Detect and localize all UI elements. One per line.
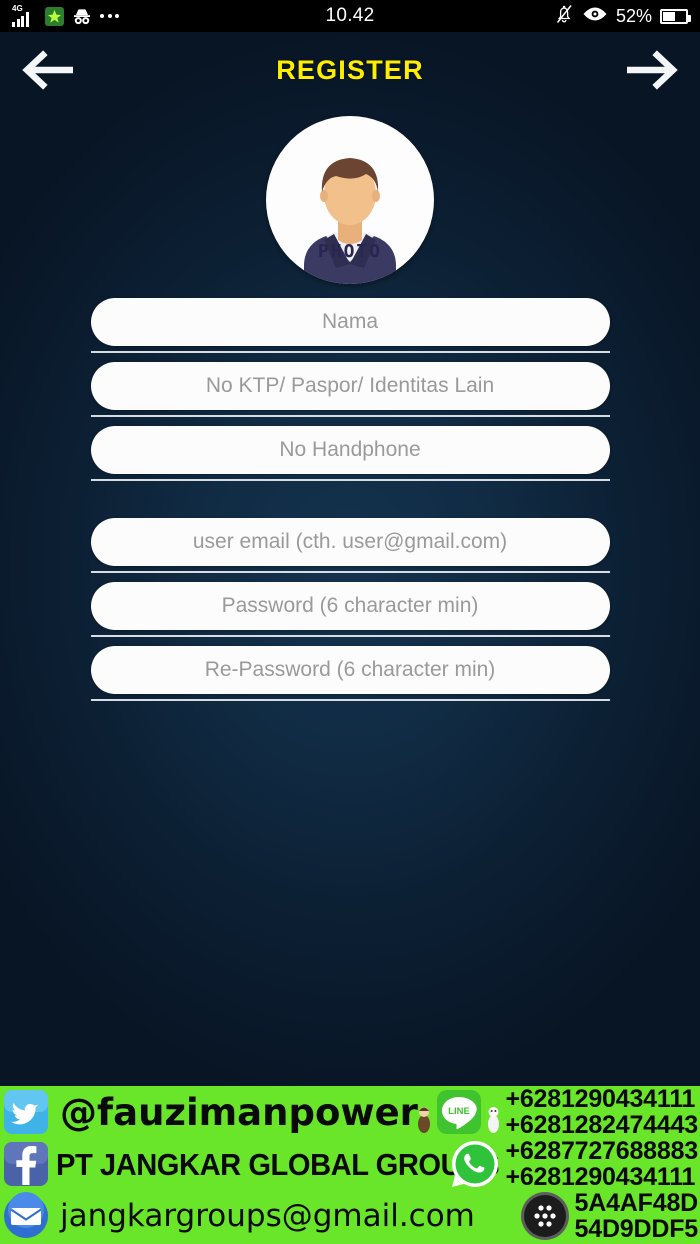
facebook-icon[interactable] [2,1140,50,1188]
field-divider [90,699,610,701]
field-group-nama [0,298,700,353]
status-bar-right: 52% [555,4,691,29]
banner-row-twitter: @fauzimanpower LINE +6281290434111 +6281… [0,1086,700,1138]
field-divider [90,635,610,637]
arrow-right-icon [627,50,678,90]
bbm-pin-2: 54D9DDF5 [574,1215,699,1243]
twitter-handle: @fauzimanpower [60,1090,418,1134]
bell-muted-icon [555,4,574,29]
field-group-handphone [0,426,700,481]
arrow-left-icon [22,50,73,90]
company-name: PT JANGKAR GLOBAL GROUPS [56,1146,500,1182]
avatar-section: PHOTO [0,116,700,284]
page-header: REGISTER [0,32,700,108]
password-input[interactable] [90,582,610,630]
whatsapp-numbers: +6287727688883 +6281290434111 [505,1136,698,1191]
svg-text:LINE: LINE [449,1106,471,1117]
forward-button[interactable] [616,44,692,96]
signal-bars-icon: 4G [12,4,38,27]
page-title: REGISTER [276,54,424,85]
email-address: jangkargroups@gmail.com [60,1197,475,1234]
bbm-contact-block: 5A4AF48D 54D9DDF5 [519,1188,699,1243]
more-dots-icon [100,14,119,18]
back-button[interactable] [8,44,84,96]
incognito-icon [71,7,93,26]
battery-percent-label: 52% [615,5,652,26]
status-bar: 4G 10.42 52% [0,0,700,32]
whatsapp-icon[interactable] [449,1138,501,1190]
line-number-1: +6281290434111 [505,1086,696,1113]
register-form [0,298,700,701]
nama-input[interactable] [90,298,610,346]
banner-row-email: jangkargroups@gmail.com 5A4AF48D 54D9DDF… [0,1188,700,1243]
line-icon[interactable]: LINE [436,1089,482,1135]
banner-row-facebook: PT JANGKAR GLOBAL GROUPS +6287727688883 … [0,1136,700,1191]
app-notification-icon [45,6,64,26]
whatsapp-contact-block: +6287727688883 +6281290434111 [449,1136,698,1191]
clock-time: 10.42 [325,5,375,26]
bbm-icon[interactable] [519,1190,571,1242]
line-mascots-icon [416,1090,432,1134]
field-group-identitas [0,362,700,417]
contact-banner: @fauzimanpower LINE +6281290434111 +6281… [0,1086,700,1244]
field-divider [90,479,610,481]
photo-upload-button[interactable]: PHOTO [266,116,434,284]
app-screen: 4G 10.42 52% REGISTER PHOTO Nama No KTP/… [0,0,700,1244]
email-input[interactable] [90,518,610,566]
repassword-input[interactable] [90,646,610,694]
line-numbers: +6281290434111 +6281282474443 [505,1086,698,1139]
line-number-2: +6281282474443 [505,1111,698,1139]
avatar-label: PHOTO [317,241,383,262]
handphone-input[interactable] [90,426,610,474]
field-group-repassword [0,646,700,701]
identitas-input[interactable] [90,362,610,410]
eye-icon [582,6,608,27]
status-bar-left: 4G [12,4,119,27]
line-mascot-white-icon [486,1090,501,1134]
field-divider [90,415,610,417]
line-contact-block: LINE +6281290434111 +6281282474443 [416,1086,698,1139]
bbm-pin-1: 5A4AF48D [574,1188,699,1217]
field-group-email [0,518,700,573]
twitter-icon[interactable] [2,1088,50,1136]
battery-icon [660,8,691,24]
whatsapp-number-2: +6281290434111 [505,1163,696,1191]
field-group-password [0,582,700,637]
bbm-pins: 5A4AF48D 54D9DDF5 [574,1188,699,1243]
field-divider [90,351,610,353]
email-icon[interactable] [2,1192,50,1240]
whatsapp-number-1: +6287727688883 [505,1136,698,1165]
field-divider [90,571,610,573]
